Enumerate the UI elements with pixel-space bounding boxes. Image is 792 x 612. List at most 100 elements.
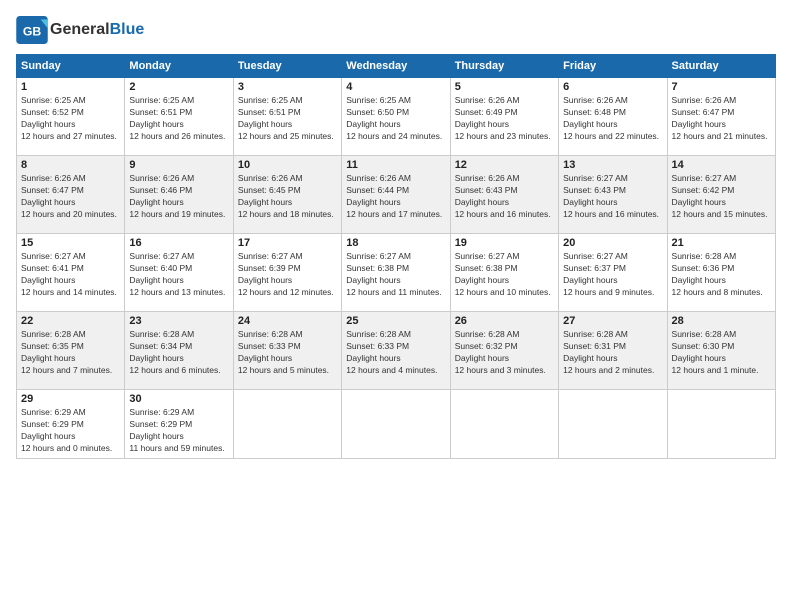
day-info: Sunrise: 6:26 AM Sunset: 6:45 PM Dayligh… — [238, 173, 337, 221]
calendar-cell: 18 Sunrise: 6:27 AM Sunset: 6:38 PM Dayl… — [342, 234, 450, 312]
calendar-cell: 14 Sunrise: 6:27 AM Sunset: 6:42 PM Dayl… — [667, 156, 775, 234]
day-number: 18 — [346, 237, 445, 249]
weekday-header-tuesday: Tuesday — [233, 55, 341, 78]
calendar-cell: 22 Sunrise: 6:28 AM Sunset: 6:35 PM Dayl… — [17, 312, 125, 390]
day-info: Sunrise: 6:27 AM Sunset: 6:43 PM Dayligh… — [563, 173, 662, 221]
calendar-cell: 10 Sunrise: 6:26 AM Sunset: 6:45 PM Dayl… — [233, 156, 341, 234]
day-number: 27 — [563, 315, 662, 327]
weekday-header-row: SundayMondayTuesdayWednesdayThursdayFrid… — [17, 55, 776, 78]
calendar-cell: 7 Sunrise: 6:26 AM Sunset: 6:47 PM Dayli… — [667, 78, 775, 156]
calendar-cell: 19 Sunrise: 6:27 AM Sunset: 6:38 PM Dayl… — [450, 234, 558, 312]
calendar-cell — [559, 390, 667, 459]
day-number: 13 — [563, 159, 662, 171]
calendar-week-1: 1 Sunrise: 6:25 AM Sunset: 6:52 PM Dayli… — [17, 78, 776, 156]
calendar-cell: 2 Sunrise: 6:25 AM Sunset: 6:51 PM Dayli… — [125, 78, 233, 156]
calendar-cell: 30 Sunrise: 6:29 AM Sunset: 6:29 PM Dayl… — [125, 390, 233, 459]
day-number: 15 — [21, 237, 120, 249]
logo-icon: GB — [16, 16, 48, 44]
day-number: 24 — [238, 315, 337, 327]
header: GB GeneralBlue — [16, 16, 776, 44]
calendar-cell: 12 Sunrise: 6:26 AM Sunset: 6:43 PM Dayl… — [450, 156, 558, 234]
day-info: Sunrise: 6:27 AM Sunset: 6:37 PM Dayligh… — [563, 251, 662, 299]
day-info: Sunrise: 6:28 AM Sunset: 6:33 PM Dayligh… — [346, 329, 445, 377]
day-info: Sunrise: 6:27 AM Sunset: 6:41 PM Dayligh… — [21, 251, 120, 299]
calendar-week-2: 8 Sunrise: 6:26 AM Sunset: 6:47 PM Dayli… — [17, 156, 776, 234]
day-number: 19 — [455, 237, 554, 249]
day-info: Sunrise: 6:25 AM Sunset: 6:52 PM Dayligh… — [21, 95, 120, 143]
calendar-cell: 9 Sunrise: 6:26 AM Sunset: 6:46 PM Dayli… — [125, 156, 233, 234]
day-info: Sunrise: 6:28 AM Sunset: 6:36 PM Dayligh… — [672, 251, 771, 299]
day-number: 2 — [129, 81, 228, 93]
day-number: 11 — [346, 159, 445, 171]
day-info: Sunrise: 6:25 AM Sunset: 6:51 PM Dayligh… — [238, 95, 337, 143]
calendar-cell: 21 Sunrise: 6:28 AM Sunset: 6:36 PM Dayl… — [667, 234, 775, 312]
day-number: 9 — [129, 159, 228, 171]
calendar-cell — [667, 390, 775, 459]
calendar-week-3: 15 Sunrise: 6:27 AM Sunset: 6:41 PM Dayl… — [17, 234, 776, 312]
weekday-header-saturday: Saturday — [667, 55, 775, 78]
day-info: Sunrise: 6:26 AM Sunset: 6:46 PM Dayligh… — [129, 173, 228, 221]
day-info: Sunrise: 6:27 AM Sunset: 6:40 PM Dayligh… — [129, 251, 228, 299]
day-number: 7 — [672, 81, 771, 93]
logo-text: GeneralBlue — [50, 21, 144, 39]
day-number: 16 — [129, 237, 228, 249]
weekday-header-thursday: Thursday — [450, 55, 558, 78]
day-info: Sunrise: 6:25 AM Sunset: 6:50 PM Dayligh… — [346, 95, 445, 143]
calendar-cell: 26 Sunrise: 6:28 AM Sunset: 6:32 PM Dayl… — [450, 312, 558, 390]
calendar-cell: 4 Sunrise: 6:25 AM Sunset: 6:50 PM Dayli… — [342, 78, 450, 156]
calendar-cell: 23 Sunrise: 6:28 AM Sunset: 6:34 PM Dayl… — [125, 312, 233, 390]
day-number: 26 — [455, 315, 554, 327]
day-info: Sunrise: 6:28 AM Sunset: 6:31 PM Dayligh… — [563, 329, 662, 377]
day-info: Sunrise: 6:29 AM Sunset: 6:29 PM Dayligh… — [129, 407, 228, 455]
calendar-cell: 17 Sunrise: 6:27 AM Sunset: 6:39 PM Dayl… — [233, 234, 341, 312]
day-number: 25 — [346, 315, 445, 327]
day-info: Sunrise: 6:26 AM Sunset: 6:47 PM Dayligh… — [672, 95, 771, 143]
weekday-header-wednesday: Wednesday — [342, 55, 450, 78]
calendar-week-5: 29 Sunrise: 6:29 AM Sunset: 6:29 PM Dayl… — [17, 390, 776, 459]
calendar-cell: 11 Sunrise: 6:26 AM Sunset: 6:44 PM Dayl… — [342, 156, 450, 234]
weekday-header-friday: Friday — [559, 55, 667, 78]
day-number: 20 — [563, 237, 662, 249]
day-number: 8 — [21, 159, 120, 171]
calendar-week-4: 22 Sunrise: 6:28 AM Sunset: 6:35 PM Dayl… — [17, 312, 776, 390]
weekday-header-sunday: Sunday — [17, 55, 125, 78]
calendar-cell: 16 Sunrise: 6:27 AM Sunset: 6:40 PM Dayl… — [125, 234, 233, 312]
day-number: 29 — [21, 393, 120, 405]
calendar-cell: 27 Sunrise: 6:28 AM Sunset: 6:31 PM Dayl… — [559, 312, 667, 390]
day-info: Sunrise: 6:28 AM Sunset: 6:34 PM Dayligh… — [129, 329, 228, 377]
calendar-cell: 15 Sunrise: 6:27 AM Sunset: 6:41 PM Dayl… — [17, 234, 125, 312]
calendar-cell: 13 Sunrise: 6:27 AM Sunset: 6:43 PM Dayl… — [559, 156, 667, 234]
calendar-table: SundayMondayTuesdayWednesdayThursdayFrid… — [16, 54, 776, 459]
day-number: 30 — [129, 393, 228, 405]
day-number: 10 — [238, 159, 337, 171]
day-info: Sunrise: 6:27 AM Sunset: 6:42 PM Dayligh… — [672, 173, 771, 221]
day-number: 4 — [346, 81, 445, 93]
day-number: 28 — [672, 315, 771, 327]
day-number: 22 — [21, 315, 120, 327]
calendar-cell: 29 Sunrise: 6:29 AM Sunset: 6:29 PM Dayl… — [17, 390, 125, 459]
day-info: Sunrise: 6:29 AM Sunset: 6:29 PM Dayligh… — [21, 407, 120, 455]
calendar-cell: 5 Sunrise: 6:26 AM Sunset: 6:49 PM Dayli… — [450, 78, 558, 156]
day-info: Sunrise: 6:28 AM Sunset: 6:32 PM Dayligh… — [455, 329, 554, 377]
logo: GB GeneralBlue — [16, 16, 144, 44]
day-number: 17 — [238, 237, 337, 249]
day-info: Sunrise: 6:28 AM Sunset: 6:33 PM Dayligh… — [238, 329, 337, 377]
day-info: Sunrise: 6:26 AM Sunset: 6:43 PM Dayligh… — [455, 173, 554, 221]
day-number: 14 — [672, 159, 771, 171]
day-number: 5 — [455, 81, 554, 93]
calendar-cell: 20 Sunrise: 6:27 AM Sunset: 6:37 PM Dayl… — [559, 234, 667, 312]
day-number: 21 — [672, 237, 771, 249]
day-info: Sunrise: 6:28 AM Sunset: 6:35 PM Dayligh… — [21, 329, 120, 377]
calendar-cell — [233, 390, 341, 459]
day-number: 3 — [238, 81, 337, 93]
weekday-header-monday: Monday — [125, 55, 233, 78]
day-info: Sunrise: 6:27 AM Sunset: 6:38 PM Dayligh… — [455, 251, 554, 299]
day-info: Sunrise: 6:26 AM Sunset: 6:49 PM Dayligh… — [455, 95, 554, 143]
calendar-cell — [450, 390, 558, 459]
calendar-cell: 28 Sunrise: 6:28 AM Sunset: 6:30 PM Dayl… — [667, 312, 775, 390]
calendar-cell: 1 Sunrise: 6:25 AM Sunset: 6:52 PM Dayli… — [17, 78, 125, 156]
calendar-cell: 8 Sunrise: 6:26 AM Sunset: 6:47 PM Dayli… — [17, 156, 125, 234]
calendar-page: GB GeneralBlue SundayMondayTuesdayWednes… — [0, 0, 792, 612]
calendar-cell — [342, 390, 450, 459]
day-info: Sunrise: 6:27 AM Sunset: 6:38 PM Dayligh… — [346, 251, 445, 299]
